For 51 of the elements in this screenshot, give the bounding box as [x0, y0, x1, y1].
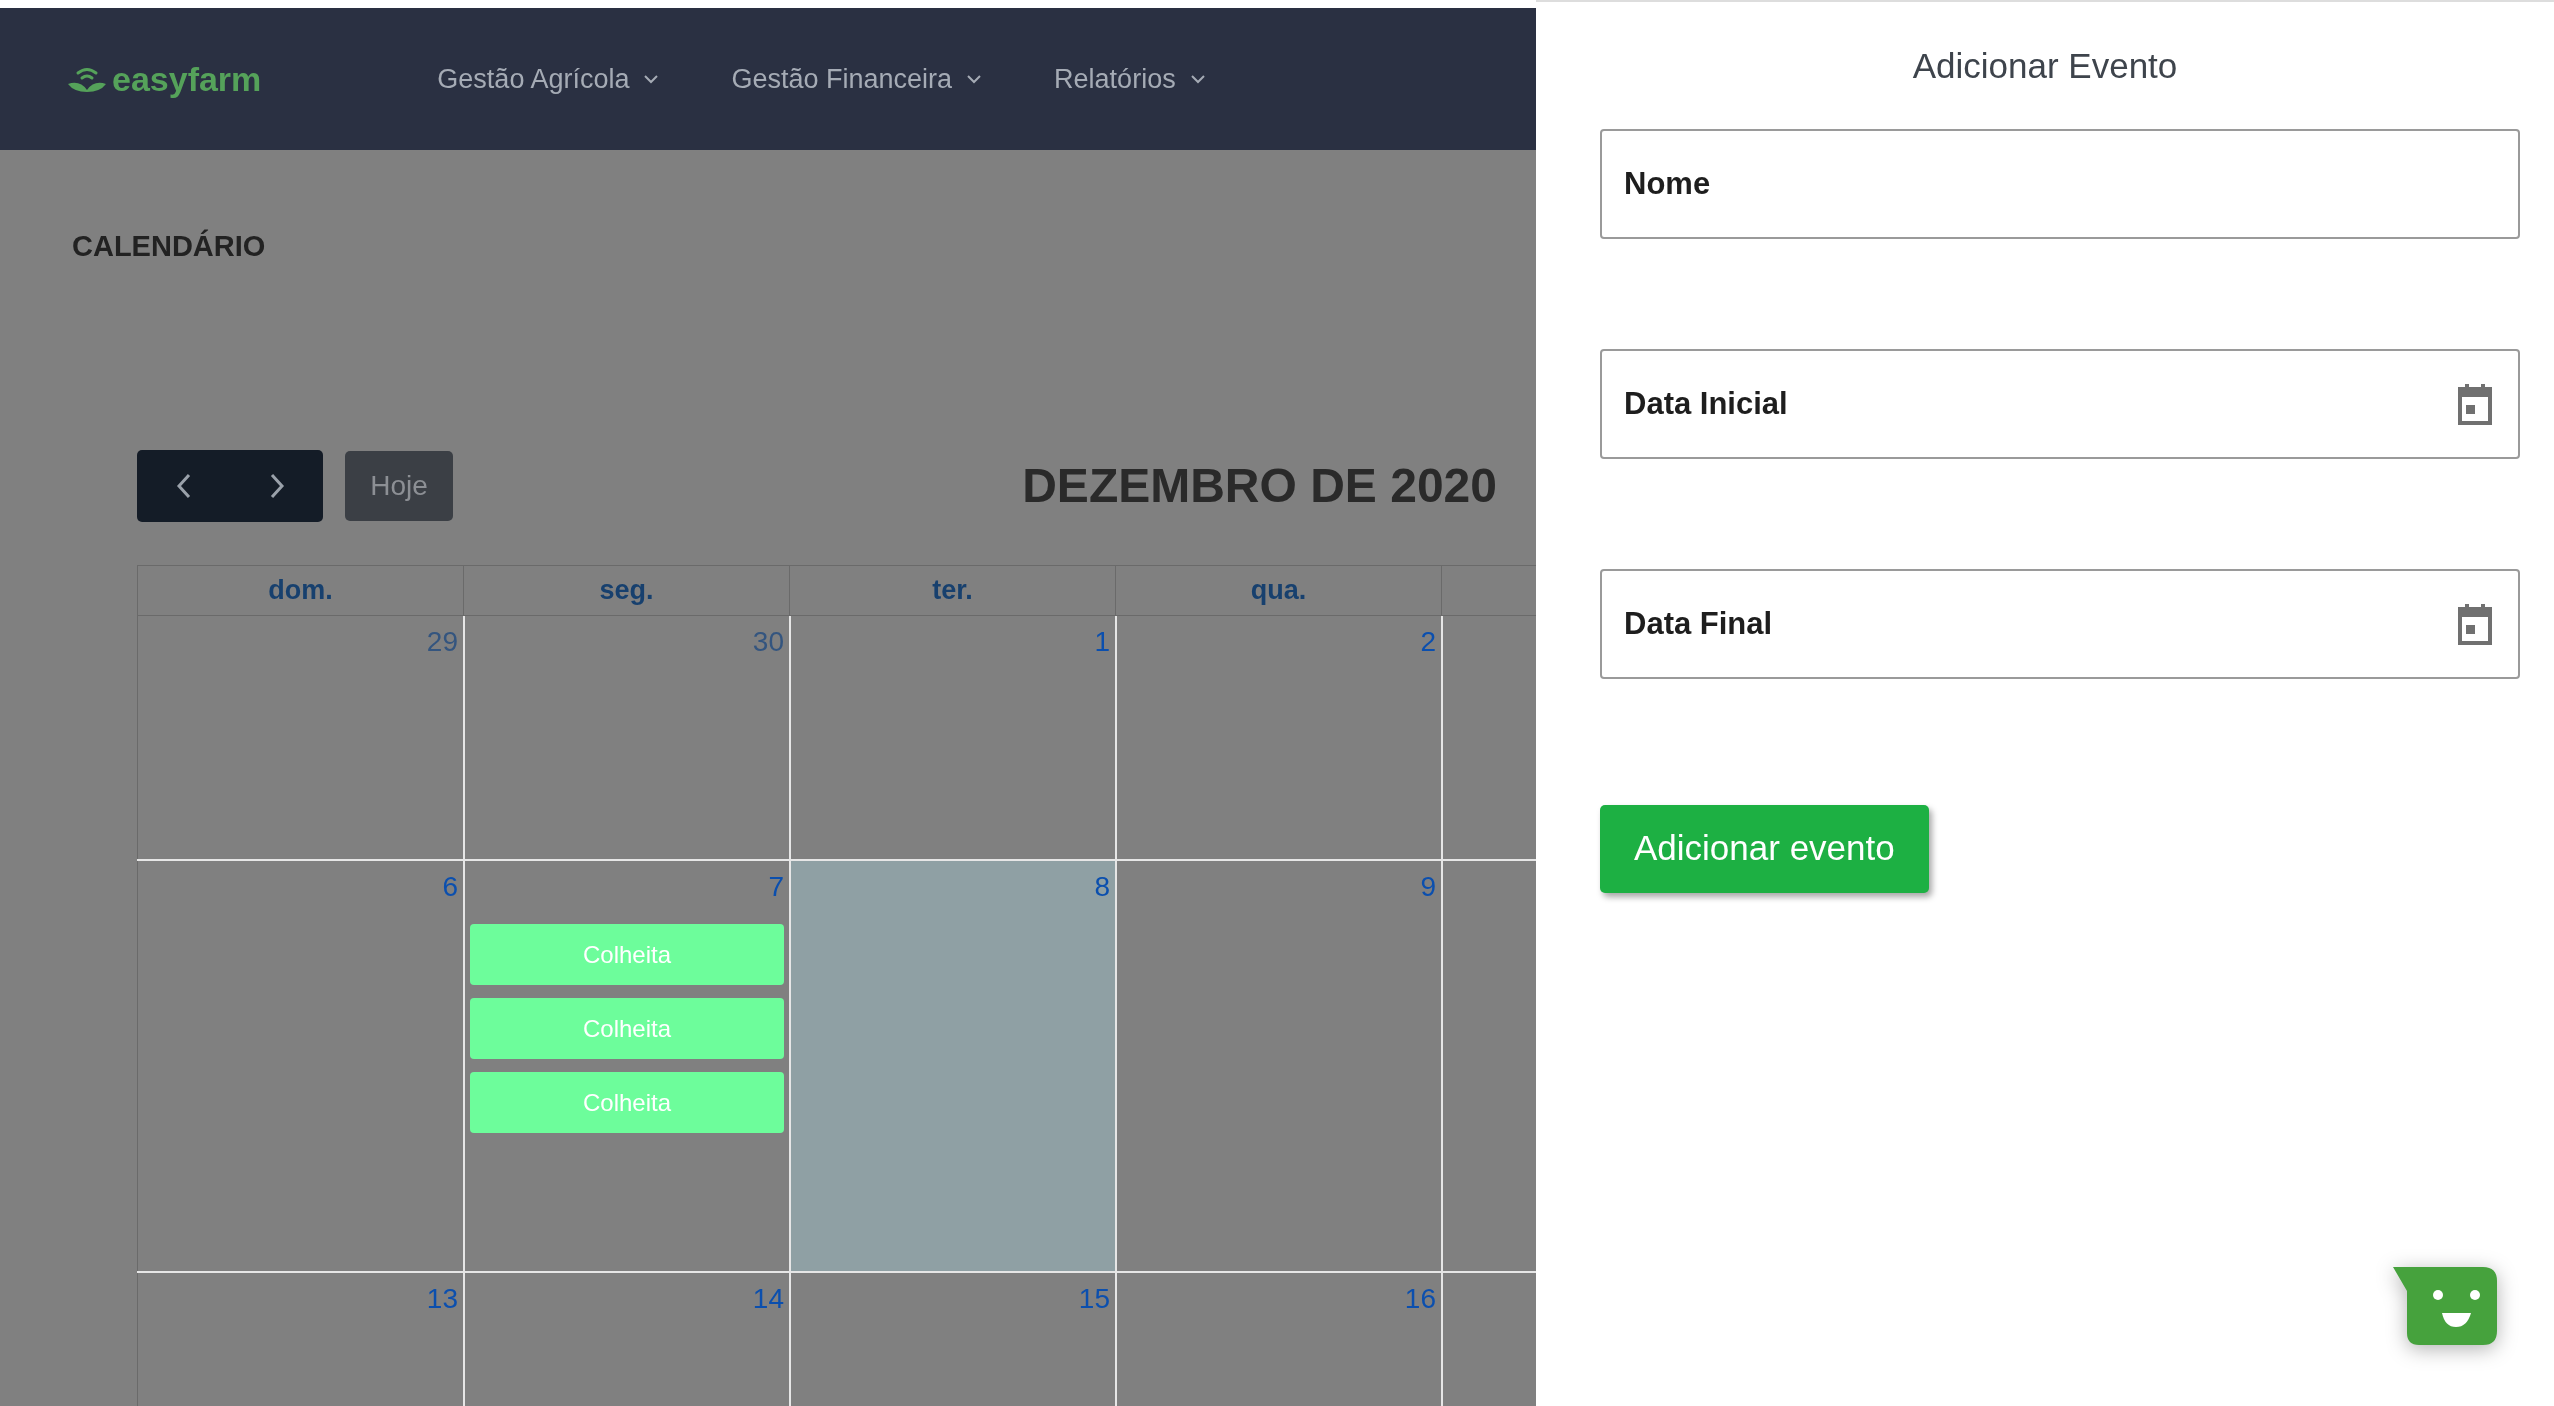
logo-text: easyfarm — [112, 58, 262, 100]
day-cell[interactable]: 6 — [137, 861, 463, 1271]
day-number: 29 — [426, 625, 458, 659]
logo[interactable]: easyfarm — [66, 53, 262, 105]
chevron-down-icon — [643, 74, 660, 84]
date-field[interactable]: Data Final — [1600, 568, 2520, 679]
event-chip[interactable]: Colheita — [470, 998, 784, 1059]
day-cell[interactable]: 30 — [463, 616, 789, 859]
weekday-header: qua. — [1250, 574, 1307, 608]
page-title: CALENDÁRIO — [72, 228, 266, 264]
day-number: 7 — [768, 870, 784, 904]
day-number: 15 — [1078, 1282, 1110, 1316]
weekday-header: ter. — [932, 574, 973, 608]
day-cell[interactable]: 15 — [789, 1273, 1115, 1406]
nav-menu-item[interactable]: Relatórios — [1054, 58, 1206, 100]
day-cell[interactable]: 1 — [789, 616, 1115, 859]
day-cell[interactable]: 14 — [463, 1273, 789, 1406]
chevron-down-icon — [1189, 74, 1206, 84]
today-button[interactable]: Hoje — [345, 451, 453, 521]
day-number: 14 — [752, 1282, 784, 1316]
date-field[interactable]: Data Inicial — [1600, 348, 2520, 459]
panel-title: Adicionar Evento — [1911, 45, 2179, 87]
add-event-button[interactable]: Adicionar evento — [1600, 804, 1929, 893]
event-chip[interactable]: Colheita — [470, 924, 784, 985]
event-chip[interactable]: Colheita — [470, 1072, 784, 1133]
input-field[interactable]: Nome — [1600, 128, 2520, 239]
chevron-left-icon — [174, 472, 193, 500]
weekday-header: dom. — [268, 574, 333, 608]
day-number: 6 — [442, 870, 458, 904]
calendar-icon — [2456, 382, 2494, 425]
day-number: 16 — [1404, 1282, 1436, 1316]
nav-menu-item[interactable]: Gestão Financeira — [731, 58, 983, 100]
day-cell[interactable]: 9 — [1115, 861, 1441, 1271]
day-number: 9 — [1420, 870, 1436, 904]
day-cell[interactable]: 29 — [137, 616, 463, 859]
day-number: 13 — [426, 1282, 458, 1316]
calendar-icon — [2456, 602, 2494, 645]
month-title: DEZEMBRO DE 2020 — [1022, 458, 1497, 514]
day-cell[interactable]: 16 — [1115, 1273, 1441, 1406]
day-cell[interactable]: 13 — [137, 1273, 463, 1406]
chevron-down-icon — [966, 74, 983, 84]
day-cell[interactable]: 2 — [1115, 616, 1441, 859]
day-cell[interactable]: 8 — [789, 861, 1115, 1271]
day-cell[interactable]: 7 Colheita Colheita Colheita — [463, 861, 789, 1271]
day-number: 30 — [752, 625, 784, 659]
day-number: 2 — [1420, 625, 1436, 659]
weekday-header: seg. — [599, 574, 654, 608]
day-number: 1 — [1094, 625, 1110, 659]
day-number: 8 — [1094, 870, 1110, 904]
nav-menu-item[interactable]: Gestão Agrícola — [437, 58, 660, 100]
smiley-chat-icon — [2393, 1267, 2497, 1345]
